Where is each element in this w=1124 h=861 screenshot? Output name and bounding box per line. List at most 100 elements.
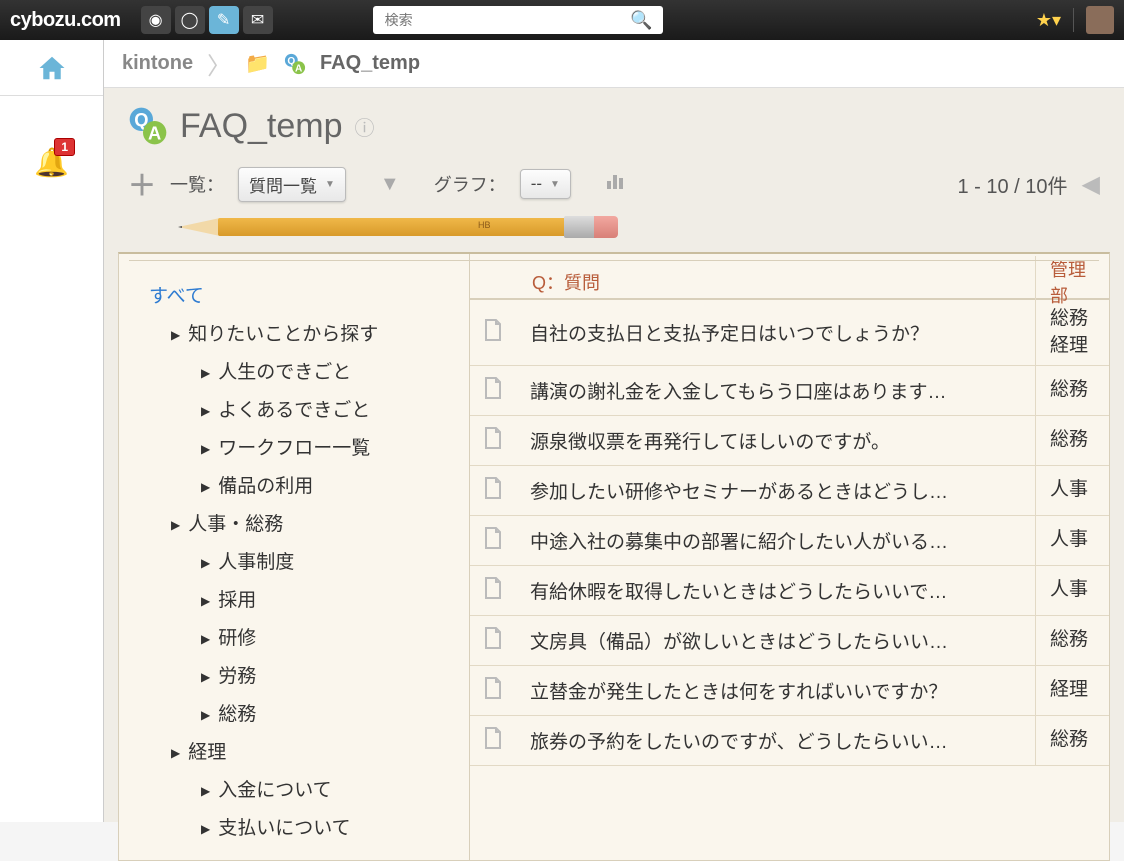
pager-prev-icon[interactable]: ◀ [1082, 170, 1100, 199]
tree-all[interactable]: すべて [149, 278, 457, 316]
search-icon[interactable]: 🔍 [624, 10, 658, 31]
pencil-decoration: HB [118, 222, 1110, 252]
tree-item-label: 人生のできごと [218, 354, 351, 392]
breadcrumb-root[interactable]: kintone [122, 52, 193, 75]
col-question[interactable]: Q：質問 [518, 269, 1035, 295]
tree-item[interactable]: ▶人事制度 [149, 544, 457, 582]
chart-icon[interactable] [605, 171, 625, 197]
user-avatar[interactable] [1086, 6, 1114, 34]
folder-icon: 📁 [245, 51, 270, 76]
question-cell: 旅券の予約をしたいのですが、どうしたらいい… [530, 727, 1035, 754]
app-title-icon: QA [128, 106, 168, 146]
tree-item[interactable]: ▶ 備品の利用 [149, 468, 457, 506]
document-icon [484, 577, 508, 604]
table-row[interactable]: 自社の支払日と支払予定日はいつでしょうか？総務経理 [470, 300, 1109, 366]
tree-item[interactable]: ▶経理 [149, 734, 457, 772]
tree-item-label: 研修 [218, 620, 256, 658]
table-row[interactable]: 参加したい研修やセミナーがあるときはどうし…人事 [470, 466, 1109, 516]
favorites-icon[interactable]: ★▾ [1036, 10, 1061, 31]
question-cell: 自社の支払日と支払予定日はいつでしょうか？ [530, 319, 1035, 346]
question-cell: 文房具（備品）が欲しいときはどうしたらいい… [530, 627, 1035, 654]
tree-item-label: 採用 [218, 582, 256, 620]
app-icon-office[interactable]: ◯ [175, 6, 205, 34]
app-icon-mail[interactable]: ✉ [243, 6, 273, 34]
table-row[interactable]: 中途入社の募集中の部署に紹介したい人がいる…人事 [470, 516, 1109, 566]
dept-cell: 人事 [1035, 466, 1095, 515]
tree-item[interactable]: ▶ 研修 [149, 620, 457, 658]
pager: 1 - 10 / 10件 ◀ [957, 170, 1100, 199]
document-icon [484, 627, 508, 654]
document-icon [484, 527, 508, 554]
dept-cell: 総務 [1035, 416, 1095, 465]
graph-dropdown[interactable]: -- ▼ [520, 169, 571, 199]
table-row[interactable]: 有給休暇を取得したいときはどうしたらいいで…人事 [470, 566, 1109, 616]
dept-cell: 総務経理 [1035, 300, 1095, 365]
tree-item[interactable]: ▶ 入金について [149, 772, 457, 810]
content-panel: すべて ▶知りたいことから探す▶人生のできごと▶よくあるできごと▶ワークフロー一… [118, 252, 1110, 861]
question-cell: 中途入社の募集中の部署に紹介したい人がいる… [530, 527, 1035, 554]
triangle-right-icon: ▶ [171, 513, 180, 537]
tree-item[interactable]: ▶労務 [149, 658, 457, 696]
tree-item[interactable]: ▶ 人事・総務 [149, 506, 457, 544]
qa-app-icon: QA [284, 53, 306, 75]
triangle-right-icon: ▶ [201, 627, 210, 651]
tree-item[interactable]: ▶よくあるできごと [149, 392, 457, 430]
pager-text: 1 - 10 / 10件 [957, 170, 1067, 199]
search-input[interactable] [377, 12, 625, 28]
tree-item[interactable]: ▶採用 [149, 582, 457, 620]
dept-cell: 人事 [1035, 566, 1095, 615]
breadcrumb-current: FAQ_temp [320, 52, 420, 75]
document-icon [484, 319, 508, 346]
triangle-right-icon: ▶ [201, 665, 210, 689]
tree-item-label: 人事・総務 [188, 506, 283, 544]
table-row[interactable]: 源泉徴収票を再発行してほしいのですが。総務 [470, 416, 1109, 466]
svg-text:A: A [148, 122, 161, 143]
question-cell: 源泉徴収票を再発行してほしいのですが。 [530, 427, 1035, 454]
table-row[interactable]: 立替金が発生したときは何をすればいいですか？経理 [470, 666, 1109, 716]
dept-cell: 総務 [1035, 366, 1095, 415]
info-icon[interactable]: ⓘ [355, 112, 375, 141]
dept-cell: 経理 [1035, 666, 1095, 715]
search-box: 🔍 [373, 6, 663, 34]
caret-down-icon: ▼ [325, 179, 335, 190]
list-dropdown[interactable]: 質問一覧 ▼ [238, 167, 346, 202]
triangle-right-icon: ▶ [201, 779, 210, 803]
document-icon [484, 727, 508, 754]
tree-item-label: よくあるできごと [218, 392, 370, 430]
app-icon-garoon[interactable]: ◉ [141, 6, 171, 34]
tree-item[interactable]: ▶ワークフロー一覧 [149, 430, 457, 468]
tree-item-label: 支払いについて [218, 810, 350, 848]
home-tab[interactable] [0, 40, 103, 96]
document-icon [484, 377, 508, 404]
triangle-right-icon: ▶ [201, 817, 210, 841]
table-row[interactable]: 文房具（備品）が欲しいときはどうしたらいい…総務 [470, 616, 1109, 666]
table-row[interactable]: 講演の謝礼金を入金してもらう口座はあります…総務 [470, 366, 1109, 416]
triangle-right-icon: ▶ [201, 475, 210, 499]
document-icon [484, 677, 508, 704]
tree-item-label: 備品の利用 [218, 468, 313, 506]
tree-item[interactable]: ▶ 支払いについて [149, 810, 457, 848]
triangle-right-icon: ▶ [201, 703, 210, 727]
breadcrumb-separator-icon: 〉 [207, 46, 231, 81]
breadcrumb: kintone 〉 📁 QA FAQ_temp [104, 40, 1124, 88]
tree-item-label: 入金について [218, 772, 331, 810]
left-nav: 🔔 1 [0, 40, 104, 822]
add-record-button[interactable]: ＋ [128, 164, 156, 204]
filter-icon[interactable]: ▼ [380, 173, 400, 196]
tree-item-label: 知りたいことから探す [188, 316, 378, 354]
home-icon [37, 53, 67, 83]
tree-item[interactable]: ▶人生のできごと [149, 354, 457, 392]
records-table: Q：質問 管理部 自社の支払日と支払予定日はいつでしょうか？総務経理講演の謝礼金… [469, 254, 1109, 860]
app-header: QA FAQ_temp ⓘ [104, 88, 1124, 154]
divider [1073, 8, 1074, 32]
table-row[interactable]: 旅券の予約をしたいのですが、どうしたらいい…総務 [470, 716, 1109, 766]
question-cell: 参加したい研修やセミナーがあるときはどうし… [530, 477, 1035, 504]
tree-item[interactable]: ▶総務 [149, 696, 457, 734]
tree-item[interactable]: ▶知りたいことから探す [149, 316, 457, 354]
caret-down-icon: ▼ [550, 179, 560, 190]
logo[interactable]: cybozu.com [10, 9, 121, 32]
dept-cell: 総務 [1035, 616, 1095, 665]
table-header: Q：質問 管理部 [470, 254, 1109, 300]
app-switcher: ◉ ◯ ✎ ✉ [141, 6, 273, 34]
app-icon-kintone[interactable]: ✎ [209, 6, 239, 34]
